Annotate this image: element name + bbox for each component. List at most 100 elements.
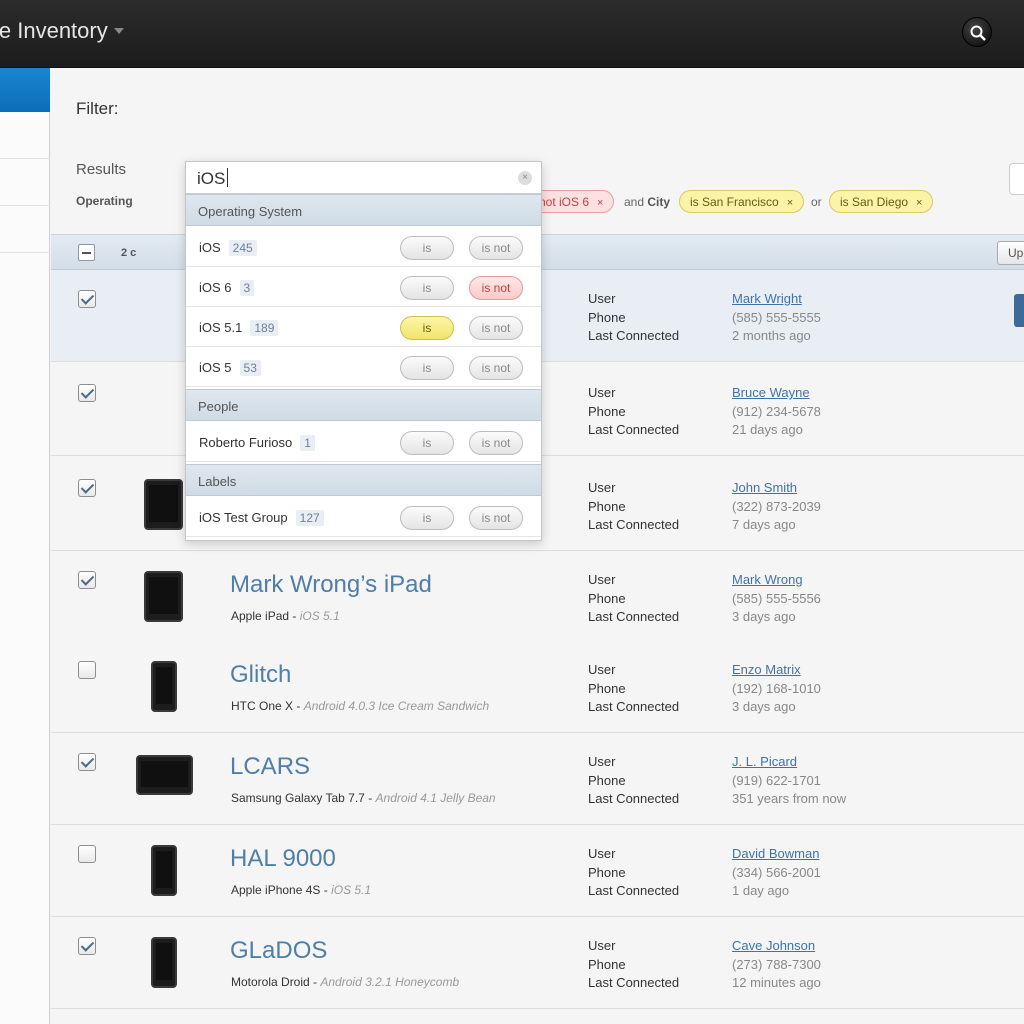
user-link[interactable]: J. L. Picard [732, 753, 846, 772]
dropdown-option[interactable]: iOS 245 is is not [186, 227, 541, 267]
device-model: Motorola Droid - Android 3.2.1 Honeycomb [231, 975, 459, 989]
user-link[interactable]: Enzo Matrix [732, 661, 821, 680]
row-checkbox[interactable] [78, 290, 96, 308]
dropdown-option[interactable]: iOS 5 53 is is not [186, 347, 541, 387]
filter-tag-san-francisco[interactable]: is San Francisco × [679, 190, 805, 213]
field-values: Cave Johnson (273) 788-7300 12 minutes ago [732, 937, 821, 993]
close-icon[interactable]: × [916, 197, 922, 209]
user-link[interactable]: John Smith [732, 479, 821, 498]
dropdown-option-label: iOS 5.1 189 [199, 320, 279, 336]
is-not-button[interactable]: is not [469, 356, 523, 380]
is-button[interactable]: is [400, 316, 454, 340]
last-connected-value: 2 months ago [732, 328, 811, 343]
dropdown-option[interactable]: iOS 5.1 189 is is not [186, 307, 541, 347]
table-row[interactable]: GLaDOS Motorola Droid - Android 3.2.1 Hon… [51, 917, 1024, 1009]
tablet-icon [144, 479, 183, 530]
row-checkbox[interactable] [78, 845, 96, 863]
last-connected-label: Last Connected [588, 791, 680, 806]
option-name: Roberto Furioso [199, 435, 293, 450]
sidebar [0, 68, 50, 1024]
device-name[interactable]: LCARS [230, 753, 310, 781]
dropdown-option-label: iOS 245 [199, 240, 257, 256]
user-link[interactable]: David Bowman [732, 845, 821, 864]
last-connected-label: Last Connected [588, 699, 680, 714]
option-name: iOS 6 [199, 280, 232, 295]
is-button[interactable]: is [400, 356, 454, 380]
app-title[interactable]: le Inventory [0, 18, 108, 44]
chevron-down-icon[interactable] [114, 28, 124, 34]
row-checkbox[interactable] [78, 571, 96, 589]
dropdown-option[interactable]: iOS 6 3 is is not [186, 267, 541, 307]
field-values: Mark Wrong (585) 555-5556 3 days ago [732, 571, 821, 627]
user-link[interactable]: Cave Johnson [732, 937, 821, 956]
user-link[interactable]: Mark Wright [732, 290, 821, 309]
user-name[interactable]: Mark Wrong [732, 572, 803, 587]
filter-dropdown: iOS × Operating System iOS 245 is is not iOS … [185, 161, 542, 541]
field-values: Bruce Wayne (912) 234-5678 21 days ago [732, 384, 821, 440]
filter-input[interactable]: iOS × [186, 162, 541, 194]
update-button[interactable]: Up [997, 241, 1024, 265]
user-label: User [588, 385, 616, 400]
table-row[interactable]: HAL 9000 Apple iPhone 4S - iOS 5.1 User Pho… [51, 825, 1024, 917]
user-name[interactable]: Enzo Matrix [732, 662, 801, 677]
user-name[interactable]: Cave Johnson [732, 938, 815, 953]
device-name[interactable]: HAL 9000 [230, 845, 336, 873]
user-name[interactable]: David Bowman [732, 846, 819, 861]
row-checkbox[interactable] [78, 384, 96, 402]
last-connected-value: 1 day ago [732, 883, 790, 898]
last-connected-label: Last Connected [588, 883, 680, 898]
sidebar-item[interactable] [0, 112, 50, 159]
sidebar-item[interactable] [0, 206, 50, 253]
device-name[interactable]: Mark Wrong’s iPad [230, 571, 432, 599]
select-all-checkbox[interactable] [78, 244, 95, 261]
close-icon[interactable]: × [597, 197, 603, 209]
phone-value: (273) 788-7300 [732, 956, 821, 972]
device-os: iOS 5.1 [331, 883, 372, 897]
row-checkbox[interactable] [78, 753, 96, 771]
row-action-button[interactable] [1014, 294, 1024, 327]
dropdown-option-label: iOS 5 53 [199, 360, 261, 376]
user-label: User [588, 846, 616, 861]
user-name[interactable]: J. L. Picard [732, 754, 797, 769]
row-checkbox[interactable] [78, 937, 96, 955]
is-not-button[interactable]: is not [469, 431, 523, 455]
is-button[interactable]: is [400, 506, 454, 530]
device-name[interactable]: GLaDOS [230, 937, 327, 965]
device-model-name: Apple iPhone 4S - [231, 883, 332, 897]
table-row[interactable]: Glitch HTC One X - Android 4.0.3 Ice Crea… [51, 641, 1024, 733]
sidebar-item-active[interactable] [0, 68, 50, 112]
user-link[interactable]: Bruce Wayne [732, 384, 821, 403]
clear-icon[interactable]: × [518, 171, 532, 185]
is-not-button[interactable]: is not [469, 316, 523, 340]
option-count-badge: 1 [300, 435, 315, 451]
dropdown-option[interactable]: iOS Test Group 127 is is not [186, 497, 541, 537]
is-button[interactable]: is [400, 276, 454, 300]
dropdown-option-label: Roberto Furioso 1 [199, 435, 315, 451]
is-not-button[interactable]: is not [469, 276, 523, 300]
user-name[interactable]: John Smith [732, 480, 797, 495]
row-checkbox[interactable] [78, 479, 96, 497]
user-link[interactable]: Mark Wrong [732, 571, 821, 590]
is-not-button[interactable]: is not [469, 236, 523, 260]
toolbar-button[interactable] [1009, 163, 1024, 195]
option-count-badge: 245 [228, 240, 257, 256]
is-button[interactable]: is [400, 431, 454, 455]
dropdown-option[interactable]: Roberto Furioso 1 is is not [186, 422, 541, 462]
last-connected-label: Last Connected [588, 328, 680, 343]
table-row[interactable]: Mark Wrong’s iPad Apple iPad - iOS 5.1 Use… [51, 551, 1024, 643]
sidebar-item[interactable] [0, 159, 50, 206]
is-not-button[interactable]: is not [469, 506, 523, 530]
tablet-icon [144, 571, 183, 622]
device-name[interactable]: Glitch [230, 661, 291, 689]
is-button[interactable]: is [400, 236, 454, 260]
search-icon[interactable] [962, 17, 992, 47]
user-name[interactable]: Bruce Wayne [732, 385, 810, 400]
table-row[interactable]: LCARS Samsung Galaxy Tab 7.7 - Android 4.… [51, 733, 1024, 825]
close-icon[interactable]: × [787, 197, 793, 209]
row-checkbox[interactable] [78, 661, 96, 679]
field-labels: User Phone Last Connected [588, 937, 679, 993]
user-name[interactable]: Mark Wright [732, 291, 802, 306]
filter-tag-san-diego[interactable]: is San Diego × [829, 190, 934, 213]
phone-label: Phone [588, 864, 626, 880]
option-name: iOS 5.1 [199, 320, 243, 335]
